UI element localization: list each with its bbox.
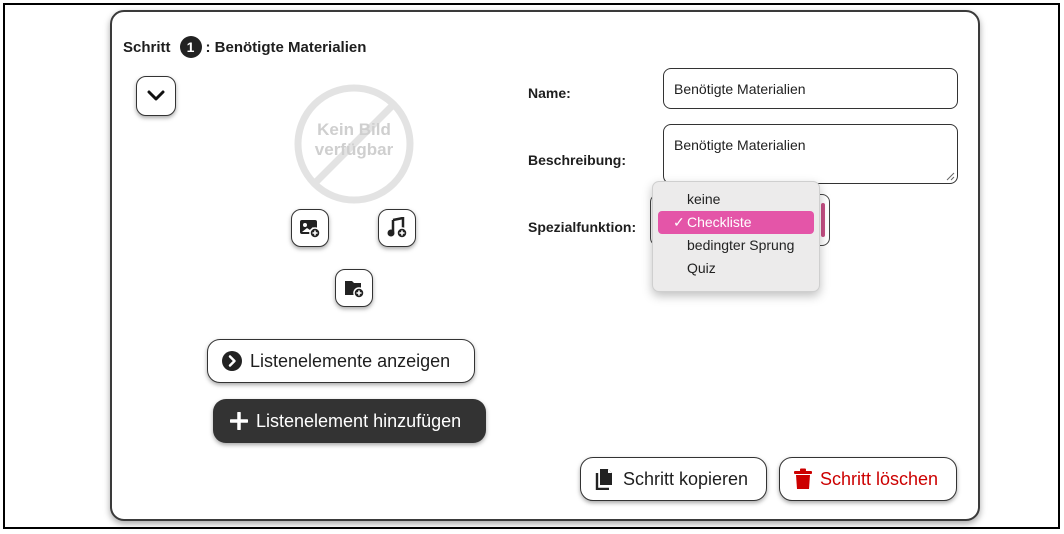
collapse-toggle-button[interactable] — [136, 76, 176, 116]
name-label: Name: — [528, 85, 571, 101]
description-field-wrapper: Benötigte Materialien — [663, 124, 958, 184]
no-image-text: Kein Bild verfügbar — [294, 120, 414, 160]
no-image-placeholder: Kein Bild verfügbar — [294, 84, 414, 204]
description-label: Beschreibung: — [528, 152, 627, 168]
name-input[interactable] — [663, 68, 958, 109]
checkmark-icon: ✓ — [673, 214, 685, 230]
add-file-icon — [345, 281, 365, 299]
copy-step-button[interactable]: Schritt kopieren — [580, 457, 767, 501]
trash-icon — [794, 468, 812, 489]
add-file-button[interactable] — [335, 269, 373, 307]
chevron-down-icon — [147, 90, 165, 101]
special-function-dropdown: keine ✓ Checkliste bedingter Sprung Quiz — [652, 181, 820, 292]
option-quiz-label: Quiz — [687, 260, 716, 276]
copy-icon — [595, 469, 612, 490]
plus-icon — [230, 412, 248, 430]
option-bedingter-sprung-label: bedingter Sprung — [687, 237, 795, 253]
description-textarea[interactable]: Benötigte Materialien — [663, 124, 958, 184]
step-prefix: Schritt — [123, 38, 171, 56]
option-bedingter-sprung[interactable]: bedingter Sprung — [658, 234, 814, 257]
add-list-item-label: Listenelement hinzufügen — [256, 410, 462, 431]
select-focus-edge — [821, 203, 825, 237]
copy-step-label: Schritt kopieren — [623, 468, 749, 489]
step-number-badge: 1 — [179, 36, 202, 58]
resize-grip-icon[interactable] — [946, 172, 955, 181]
option-quiz[interactable]: Quiz — [658, 257, 814, 280]
no-image-line-1: Kein Bild — [317, 120, 391, 139]
option-checkliste-label: Checkliste — [687, 214, 752, 230]
show-list-items-label: Listenelemente anzeigen — [250, 350, 451, 371]
add-music-icon — [387, 217, 408, 239]
add-audio-button[interactable] — [378, 209, 416, 247]
delete-step-button[interactable]: Schritt löschen — [779, 457, 957, 501]
option-keine-label: keine — [687, 191, 721, 207]
add-image-icon — [300, 220, 321, 239]
special-function-label: Spezialfunktion: — [528, 219, 637, 235]
step-card: Schritt 1 : Benötigte Materialien Kein B… — [110, 10, 980, 521]
no-image-line-2: verfügbar — [314, 140, 394, 159]
show-list-items-button[interactable]: Listenelemente anzeigen — [207, 339, 475, 383]
add-list-item-button[interactable]: Listenelement hinzufügen — [213, 399, 486, 443]
step-title: Schritt 1 : Benötigte Materialien — [123, 36, 366, 58]
add-image-button[interactable] — [291, 209, 329, 247]
step-title-text: : Benötigte Materialien — [205, 38, 367, 56]
chevron-right-circle-icon — [222, 351, 242, 371]
option-keine[interactable]: keine — [658, 188, 814, 211]
delete-step-label: Schritt löschen — [820, 468, 939, 489]
option-checkliste[interactable]: ✓ Checkliste — [658, 211, 814, 234]
